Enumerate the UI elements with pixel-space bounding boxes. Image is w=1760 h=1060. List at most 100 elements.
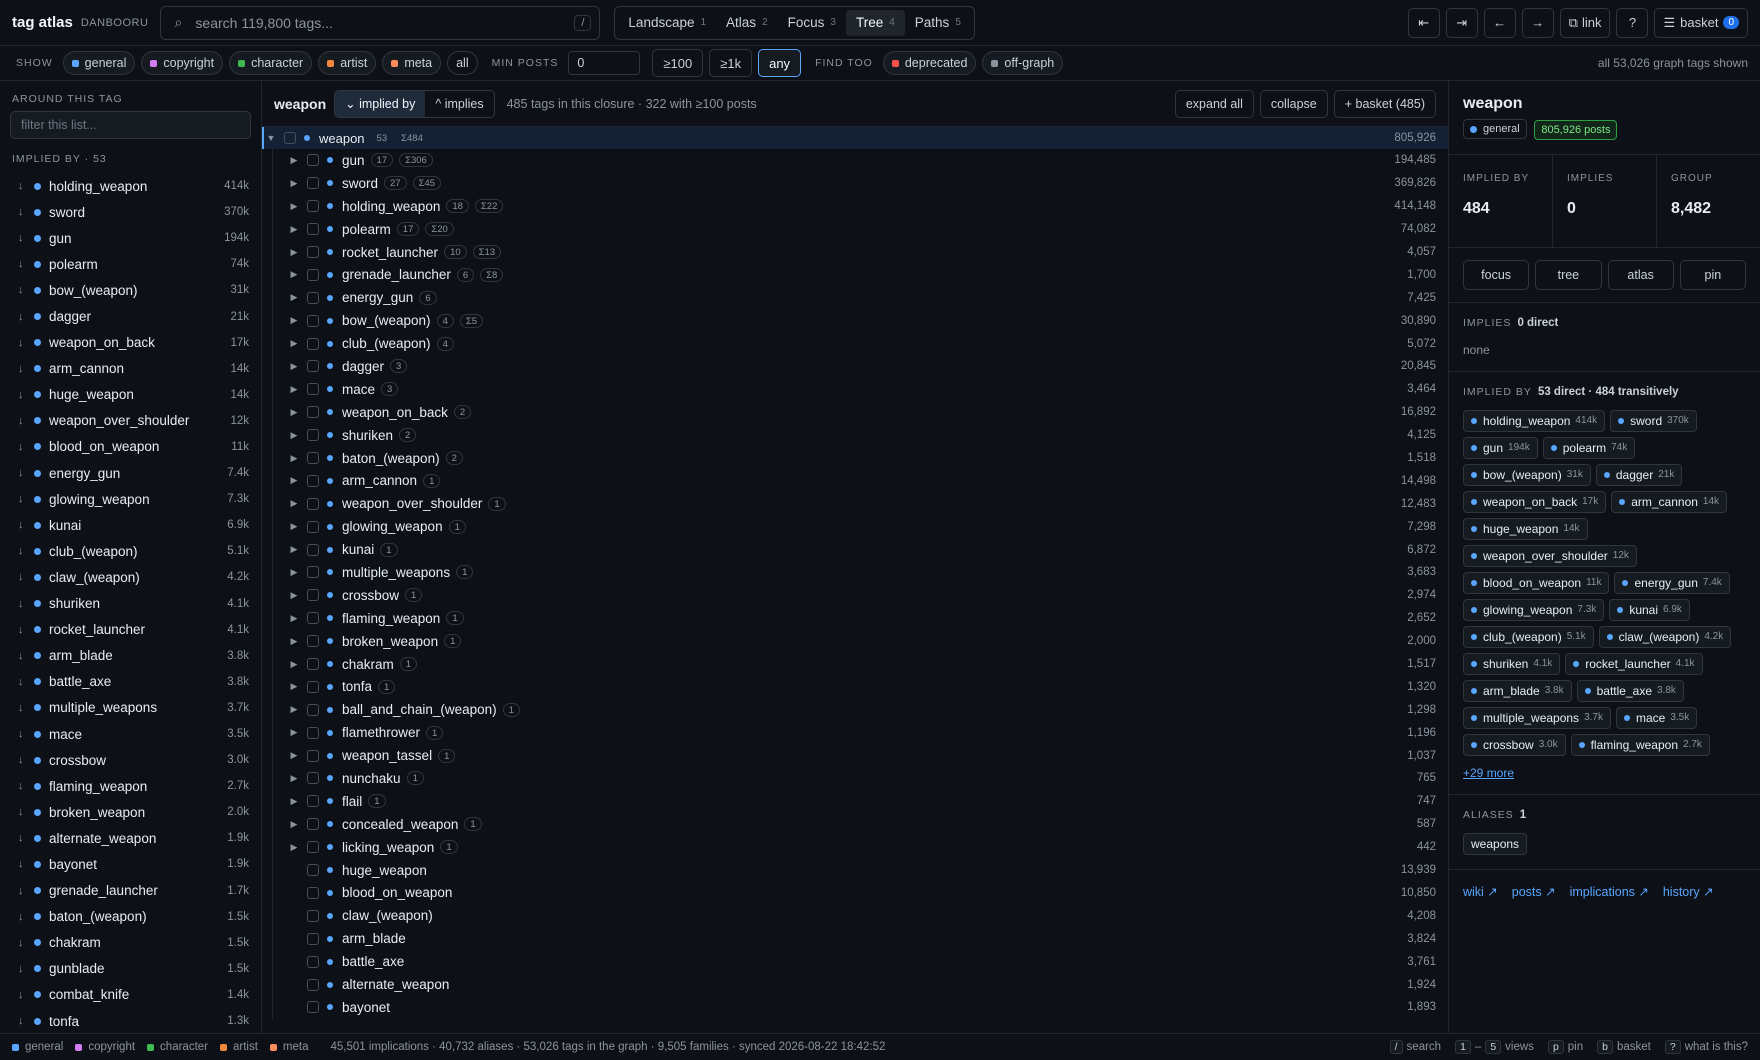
- row-checkbox[interactable]: [307, 635, 319, 648]
- tree-row-arm_blade[interactable]: arm_blade 3,824: [273, 927, 1448, 950]
- row-checkbox[interactable]: [307, 795, 319, 808]
- row-checkbox[interactable]: [307, 497, 319, 510]
- row-checkbox[interactable]: [307, 749, 319, 762]
- alias-chip[interactable]: weapons: [1463, 832, 1528, 855]
- tree-tag-name[interactable]: bow_(weapon): [342, 313, 431, 328]
- tree-row-energy_gun[interactable]: ▶ energy_gun 6 7,425: [273, 286, 1448, 309]
- tree-row-baton_(weapon)[interactable]: ▶ baton_(weapon) 2 1,518: [273, 447, 1448, 470]
- tree-tag-name[interactable]: concealed_weapon: [342, 817, 458, 832]
- tag-chip-holding_weapon[interactable]: holding_weapon 414k: [1463, 409, 1606, 432]
- tree-tag-name[interactable]: glowing_weapon: [342, 519, 443, 534]
- tree-row-weapon_tassel[interactable]: ▶ weapon_tassel 1 1,037: [273, 744, 1448, 767]
- sidebar-item-combat_knife[interactable]: ↓ combat_knife 1.4k: [0, 982, 261, 1008]
- sidebar-item-alternate_weapon[interactable]: ↓ alternate_weapon 1.9k: [0, 825, 261, 851]
- sidebar-item-multiple_weapons[interactable]: ↓ multiple_weapons 3.7k: [0, 695, 261, 721]
- expand-caret-icon[interactable]: ▶: [287, 361, 301, 372]
- tree-row-weapon_on_back[interactable]: ▶ weapon_on_back 2 16,892: [273, 401, 1448, 424]
- tag-chip-arm_cannon[interactable]: arm_cannon 14k: [1611, 490, 1728, 513]
- row-checkbox[interactable]: [307, 429, 319, 442]
- first-history-button[interactable]: ⇤: [1407, 7, 1440, 38]
- row-checkbox[interactable]: [307, 703, 319, 716]
- sidebar-item-grenade_launcher[interactable]: ↓ grenade_launcher 1.7k: [0, 878, 261, 904]
- tree-row-weapon_over_shoulder[interactable]: ▶ weapon_over_shoulder 1 12,483: [273, 492, 1448, 515]
- sidebar-item-chakram[interactable]: ↓ chakram 1.5k: [0, 930, 261, 956]
- tag-chip-bow_(weapon)[interactable]: bow_(weapon) 31k: [1463, 463, 1591, 486]
- row-checkbox[interactable]: [307, 612, 319, 625]
- tree-row-claw_(weapon)[interactable]: claw_(weapon) 4,208: [273, 904, 1448, 927]
- expand-caret-icon[interactable]: ▶: [287, 773, 301, 784]
- tree-tag-name[interactable]: kunai: [342, 542, 374, 557]
- tree-row-mace[interactable]: ▶ mace 3 3,464: [273, 378, 1448, 401]
- sidebar-item-flaming_weapon[interactable]: ↓ flaming_weapon 2.7k: [0, 773, 261, 799]
- tag-chip-huge_weapon[interactable]: huge_weapon 14k: [1463, 517, 1588, 540]
- row-checkbox[interactable]: [307, 886, 319, 899]
- implies-toggle[interactable]: ^ implies: [425, 91, 493, 117]
- row-checkbox[interactable]: [307, 543, 319, 556]
- sidebar-item-holding_weapon[interactable]: ↓ holding_weapon 414k: [0, 173, 261, 199]
- sidebar-item-gun[interactable]: ↓ gun 194k: [0, 225, 261, 251]
- tree-tag-name[interactable]: crossbow: [342, 588, 399, 603]
- expand-caret-icon[interactable]: ▶: [287, 315, 301, 326]
- tree-tag-name[interactable]: battle_axe: [342, 954, 404, 969]
- expand-caret-icon[interactable]: ▶: [287, 636, 301, 647]
- sidebar-item-broken_weapon[interactable]: ↓ broken_weapon 2.0k: [0, 799, 261, 825]
- tree-row-blood_on_weapon[interactable]: blood_on_weapon 10,850: [273, 882, 1448, 905]
- row-checkbox[interactable]: [307, 955, 319, 968]
- row-checkbox[interactable]: [307, 932, 319, 945]
- sidebar-item-claw_(weapon)[interactable]: ↓ claw_(weapon) 4.2k: [0, 564, 261, 590]
- sidebar-item-huge_weapon[interactable]: ↓ huge_weapon 14k: [0, 382, 261, 408]
- tree-row-multiple_weapons[interactable]: ▶ multiple_weapons 1 3,683: [273, 561, 1448, 584]
- tree-tag-name[interactable]: grenade_launcher: [342, 267, 451, 282]
- min-posts-preset[interactable]: any: [758, 49, 802, 77]
- sidebar-item-crossbow[interactable]: ↓ crossbow 3.0k: [0, 747, 261, 773]
- row-checkbox[interactable]: [307, 589, 319, 602]
- link-button[interactable]: ⧉ link: [1559, 7, 1611, 38]
- sidebar-item-bow_(weapon)[interactable]: ↓ bow_(weapon) 31k: [0, 277, 261, 303]
- tree-row-polearm[interactable]: ▶ polearm 17 Σ20 74,082: [273, 218, 1448, 241]
- tag-chip-blood_on_weapon[interactable]: blood_on_weapon 11k: [1463, 571, 1610, 594]
- tree-tag-name[interactable]: multiple_weapons: [342, 565, 450, 580]
- tree-row-tonfa[interactable]: ▶ tonfa 1 1,320: [273, 675, 1448, 698]
- row-checkbox[interactable]: [307, 520, 319, 533]
- tree-tag-name[interactable]: tonfa: [342, 679, 372, 694]
- sidebar-item-glowing_weapon[interactable]: ↓ glowing_weapon 7.3k: [0, 486, 261, 512]
- sidebar-item-weapon_over_shoulder[interactable]: ↓ weapon_over_shoulder 12k: [0, 408, 261, 434]
- tree-tag-name[interactable]: arm_cannon: [342, 473, 417, 488]
- row-checkbox[interactable]: [307, 474, 319, 487]
- sidebar-item-kunai[interactable]: ↓ kunai 6.9k: [0, 512, 261, 538]
- expand-caret-icon[interactable]: ▶: [287, 338, 301, 349]
- tree-tag-name[interactable]: alternate_weapon: [342, 977, 449, 992]
- expand-caret-icon[interactable]: ▶: [287, 201, 301, 212]
- tree-row-glowing_weapon[interactable]: ▶ glowing_weapon 1 7,298: [273, 515, 1448, 538]
- tree-tag-name[interactable]: weapon_on_back: [342, 405, 448, 420]
- row-checkbox[interactable]: [307, 360, 319, 373]
- row-checkbox[interactable]: [307, 337, 319, 350]
- row-checkbox[interactable]: [307, 268, 319, 281]
- tag-chip-energy_gun[interactable]: energy_gun 7.4k: [1614, 571, 1730, 594]
- tree-row-bayonet[interactable]: bayonet 1,893: [273, 996, 1448, 1019]
- external-link-implications[interactable]: implications ↗: [1570, 884, 1649, 899]
- tree-tag-name[interactable]: gun: [342, 153, 365, 168]
- expand-caret-icon[interactable]: ▶: [287, 704, 301, 715]
- row-checkbox[interactable]: [307, 909, 319, 922]
- tree-tag-name[interactable]: dagger: [342, 359, 384, 374]
- more-link[interactable]: +29 more: [1463, 766, 1746, 780]
- tree-row-bow_(weapon)[interactable]: ▶ bow_(weapon) 4 Σ5 30,890: [273, 309, 1448, 332]
- tag-chip-kunai[interactable]: kunai 6.9k: [1609, 598, 1690, 621]
- view-tab-paths[interactable]: Paths 5: [905, 10, 971, 36]
- filter-list-input[interactable]: filter this list...: [10, 111, 251, 139]
- tree-row-shuriken[interactable]: ▶ shuriken 2 4,125: [273, 424, 1448, 447]
- tag-chip-flaming_weapon[interactable]: flaming_weapon 2.7k: [1570, 733, 1710, 756]
- row-checkbox[interactable]: [307, 383, 319, 396]
- tree-tag-name[interactable]: nunchaku: [342, 771, 401, 786]
- sidebar-item-mace[interactable]: ↓ mace 3.5k: [0, 721, 261, 747]
- tree-tag-name[interactable]: huge_weapon: [342, 863, 427, 878]
- tree-tag-name[interactable]: polearm: [342, 222, 391, 237]
- tree-tag-name[interactable]: broken_weapon: [342, 634, 438, 649]
- find-too-off-graph[interactable]: off-graph: [982, 51, 1064, 75]
- row-checkbox[interactable]: [307, 818, 319, 831]
- expand-caret-icon[interactable]: ▶: [287, 407, 301, 418]
- tree-tag-name[interactable]: flail: [342, 794, 362, 809]
- atlas-button[interactable]: atlas: [1607, 259, 1674, 290]
- view-tab-tree[interactable]: Tree 4: [845, 9, 905, 36]
